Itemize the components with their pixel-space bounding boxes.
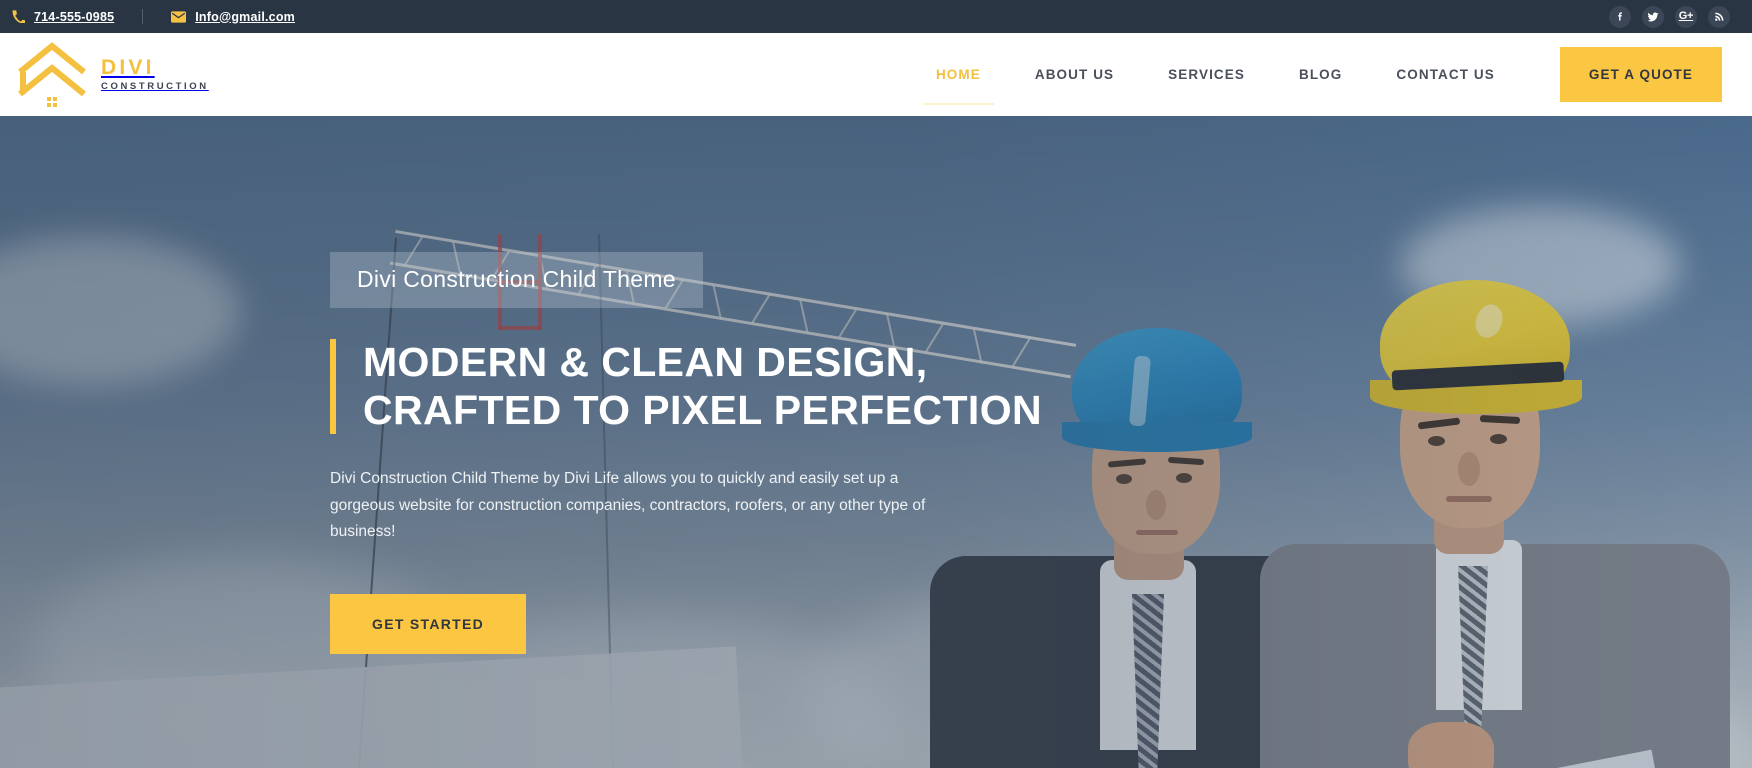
nav-item-services[interactable]: SERVICES <box>1141 33 1272 116</box>
main-navigation-bar: DIVI CONSTRUCTION HOME ABOUT US SERVICES… <box>0 33 1752 116</box>
brand-subtitle: CONSTRUCTION <box>101 80 209 92</box>
chevron-house-logo-icon <box>16 41 88 108</box>
email-contact[interactable]: Info@gmail.com <box>171 10 295 24</box>
google-plus-label: G+ <box>1678 10 1694 22</box>
hero-title-block: MODERN & CLEAN DESIGN, CRAFTED TO PIXEL … <box>330 339 1752 435</box>
nav-item-home[interactable]: HOME <box>909 33 1008 116</box>
nav-item-about-us[interactable]: ABOUT US <box>1008 33 1141 116</box>
hero-title-line-1: MODERN & CLEAN DESIGN, <box>363 339 928 385</box>
site-logo[interactable]: DIVI CONSTRUCTION <box>16 41 209 108</box>
facebook-icon[interactable] <box>1609 5 1631 28</box>
envelope-icon <box>171 10 187 23</box>
hero-accent-bar <box>330 339 336 435</box>
topbar-divider <box>142 9 144 24</box>
google-plus-icon[interactable]: G+ <box>1675 5 1697 28</box>
brand-text: DIVI CONSTRUCTION <box>101 55 209 94</box>
hero-section: Divi Construction Child Theme MODERN & C… <box>0 116 1752 768</box>
twitter-icon[interactable] <box>1642 5 1664 28</box>
social-links: G+ <box>1609 5 1732 28</box>
primary-nav: HOME ABOUT US SERVICES BLOG CONTACT US G… <box>909 33 1752 116</box>
hero-content: Divi Construction Child Theme MODERN & C… <box>0 116 1752 655</box>
email-address: Info@gmail.com <box>195 9 295 24</box>
top-utility-bar: 714-555-0985 Info@gmail.com G+ <box>0 0 1752 33</box>
topbar-contact-group: 714-555-0985 Info@gmail.com <box>12 9 295 24</box>
phone-icon <box>12 10 25 23</box>
nav-item-blog[interactable]: BLOG <box>1272 33 1369 116</box>
hero-paragraph: Divi Construction Child Theme by Divi Li… <box>330 470 926 541</box>
hero-title: MODERN & CLEAN DESIGN, CRAFTED TO PIXEL … <box>363 339 1042 434</box>
get-a-quote-button[interactable]: GET A QUOTE <box>1559 47 1722 102</box>
phone-contact[interactable]: 714-555-0985 <box>12 10 114 24</box>
rss-icon[interactable] <box>1708 5 1730 28</box>
hero-title-line-2: CRAFTED TO PIXEL PERFECTION <box>363 386 1043 433</box>
nav-item-contact-us[interactable]: CONTACT US <box>1369 33 1522 116</box>
hero-eyebrow-label: Divi Construction Child Theme <box>330 252 703 308</box>
phone-number: 714-555-0985 <box>34 9 115 24</box>
get-started-button[interactable]: GET STARTED <box>330 594 527 655</box>
brand-name: DIVI <box>101 55 155 79</box>
